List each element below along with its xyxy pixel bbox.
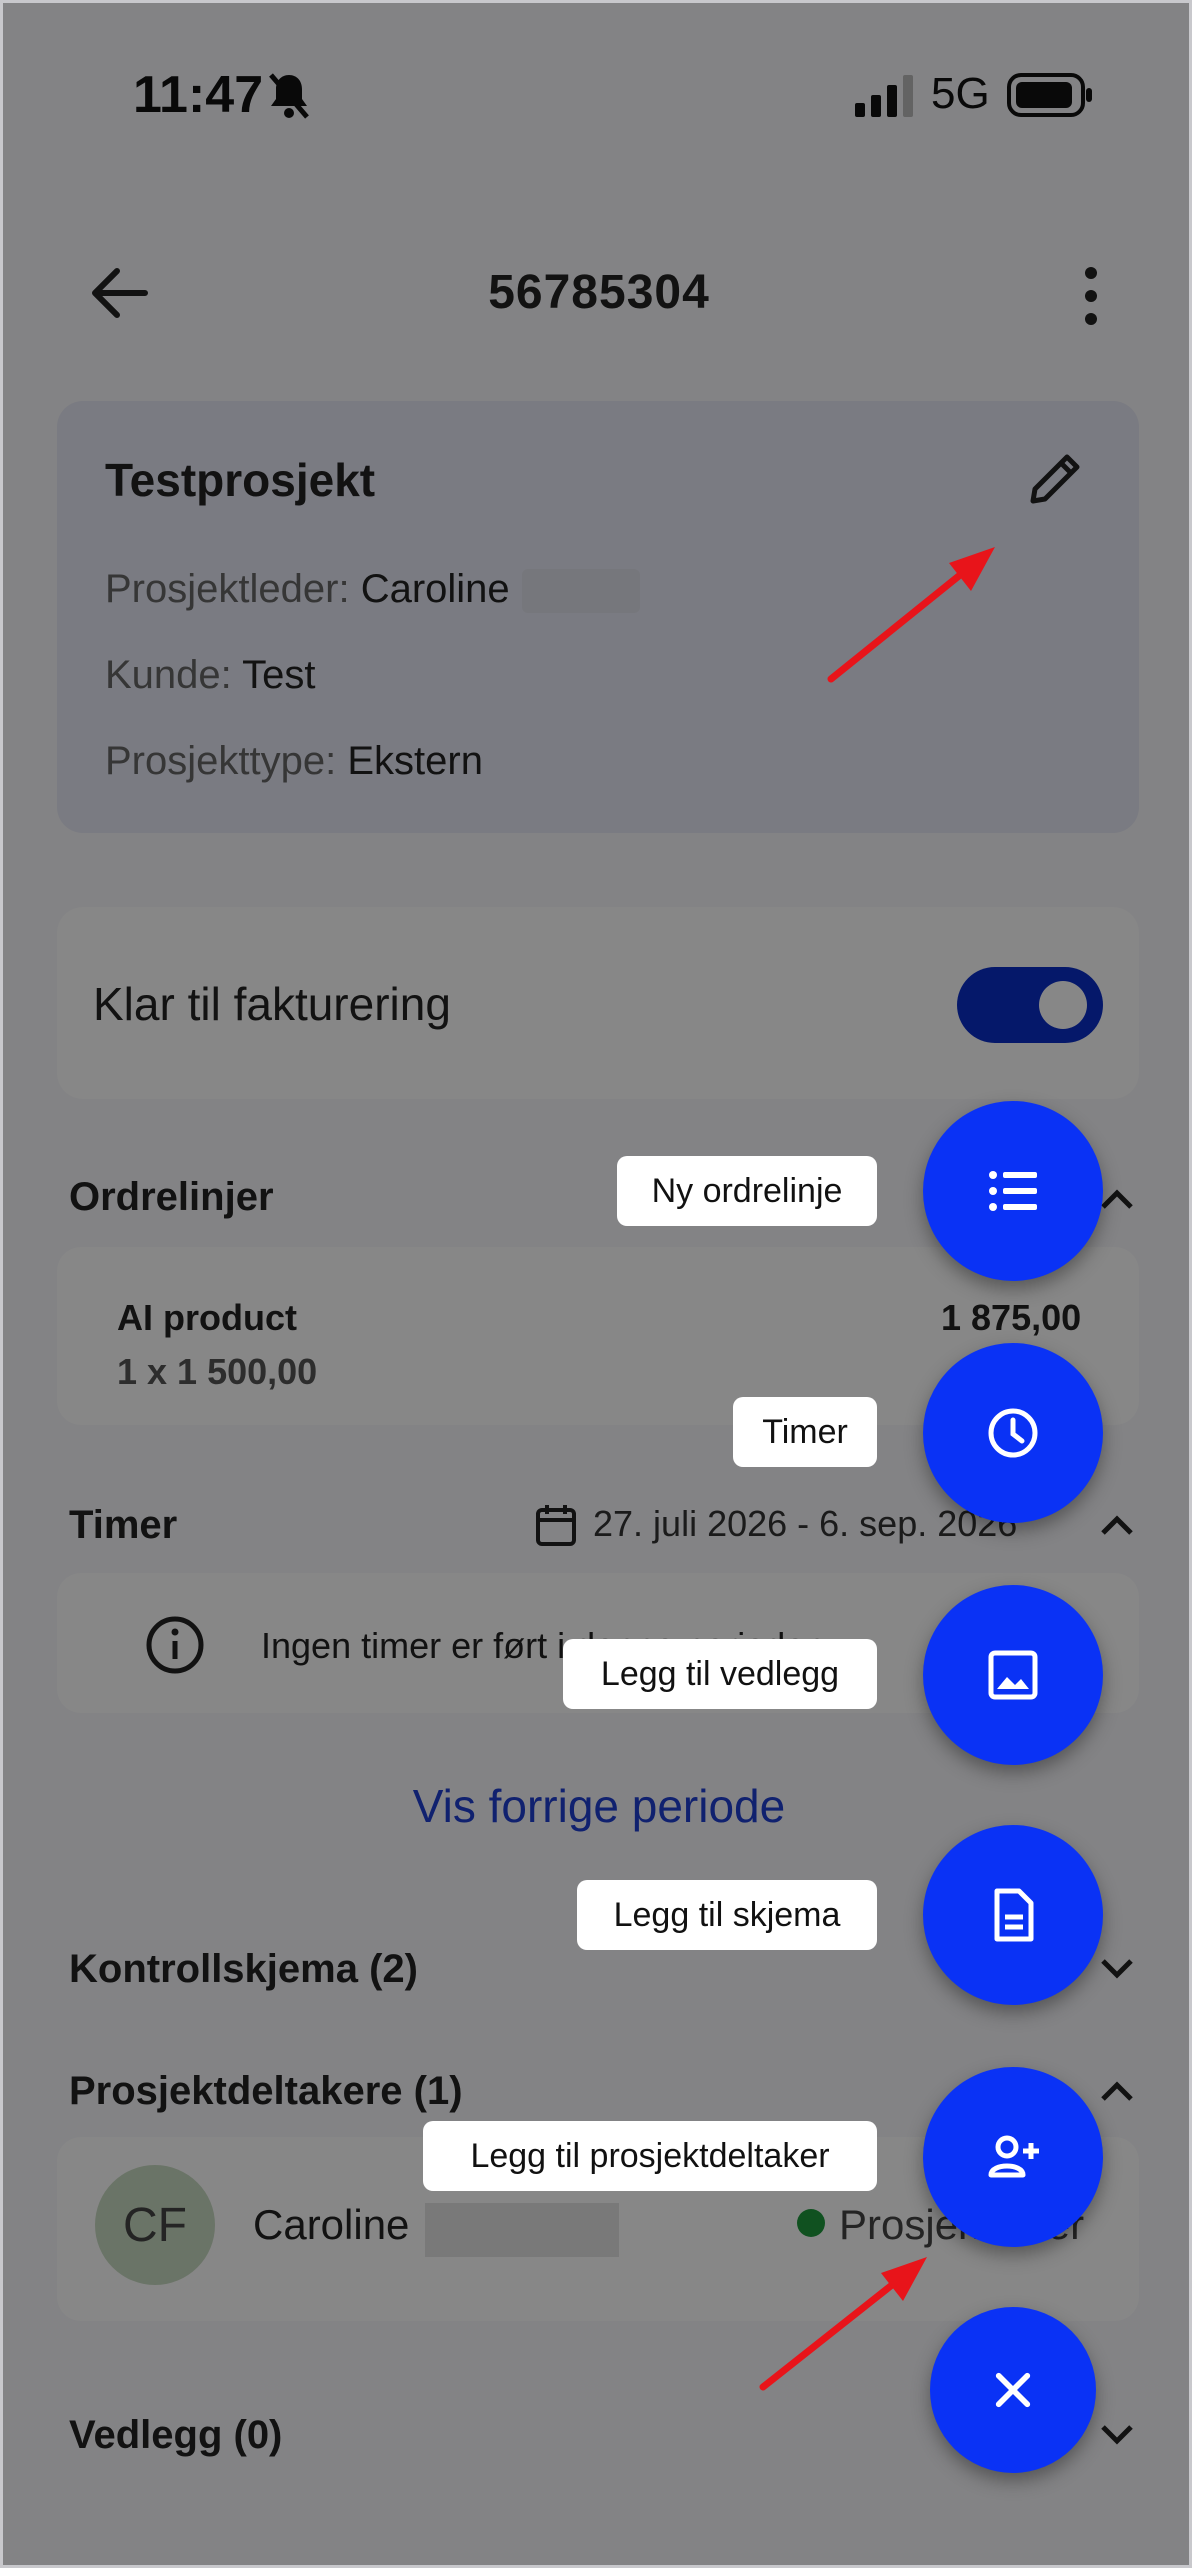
annotation-arrows — [759, 547, 995, 2391]
annotation-arrow-edit — [827, 567, 969, 683]
annotation-arrow-participant — [759, 2277, 901, 2391]
annotation-arrow-head — [881, 2257, 927, 2301]
annotation-arrow-head — [949, 547, 995, 591]
screen: 11:47 5G 56785304 Testprosjekt Prosjektl… — [0, 0, 1192, 2568]
